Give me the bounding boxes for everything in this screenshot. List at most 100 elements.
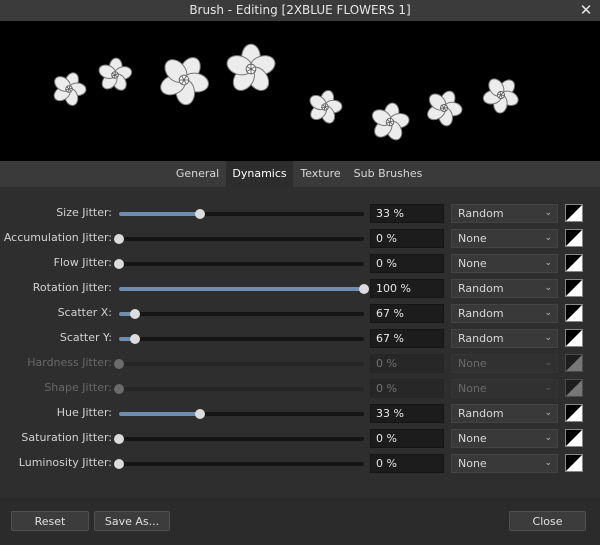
jitter-label: Size Jitter: [56,206,112,219]
slider-handle[interactable] [114,259,124,269]
jitter-value-field[interactable]: 33 % [370,404,444,423]
tab-general[interactable]: General [170,161,225,187]
tab-dynamics[interactable]: Dynamics [226,161,293,187]
close-button[interactable]: Close [509,511,586,531]
jitter-row: Size Jitter: 33 % Random ⌄ [0,201,600,226]
jitter-slider[interactable] [119,334,364,344]
jitter-row: Saturation Jitter: 0 % None ⌄ [0,426,600,451]
dynamics-panel: Size Jitter: 33 % Random ⌄ Accumulation Jitt… [0,187,600,497]
pressure-curve-icon[interactable] [565,354,583,372]
jitter-mode-dropdown[interactable]: None ⌄ [451,354,558,373]
jitter-slider[interactable] [114,384,364,394]
jitter-label: Scatter X: [57,306,112,319]
tab-bar: General Dynamics Texture Sub Brushes [0,161,600,187]
jitter-slider[interactable] [119,309,364,319]
jitter-mode-dropdown[interactable]: Random ⌄ [451,204,558,223]
jitter-row: Hue Jitter: 33 % Random ⌄ [0,401,600,426]
jitter-value-field[interactable]: 0 % [370,454,444,473]
slider-handle[interactable] [195,409,205,419]
jitter-row: Rotation Jitter: 100 % Random ⌄ [0,276,600,301]
flower-icon [309,89,343,124]
save-as-button[interactable]: Save As... [94,511,170,531]
jitter-slider[interactable] [114,259,364,269]
dropdown-value: None [458,457,487,470]
slider-handle[interactable] [114,359,124,369]
jitter-slider[interactable] [114,434,364,444]
slider-handle[interactable] [114,234,124,244]
jitter-slider[interactable] [119,209,364,219]
pressure-curve-icon[interactable] [565,304,583,322]
chevron-down-icon: ⌄ [544,458,552,468]
dropdown-value: Random [458,207,504,220]
slider-fill [119,412,200,416]
slider-handle[interactable] [114,384,124,394]
slider-handle[interactable] [130,334,140,344]
jitter-mode-dropdown[interactable]: None ⌄ [451,379,558,398]
dropdown-value: Random [458,407,504,420]
jitter-mode-dropdown[interactable]: Random ⌄ [451,329,558,348]
pressure-curve-icon[interactable] [565,379,583,397]
jitter-slider[interactable] [119,409,364,419]
flower-icon [427,90,463,127]
jitter-slider[interactable] [114,234,364,244]
tab-sub-brushes[interactable]: Sub Brushes [348,161,428,187]
chevron-down-icon: ⌄ [544,408,552,418]
slider-handle[interactable] [359,284,369,294]
chevron-down-icon: ⌄ [544,208,552,218]
slider-handle[interactable] [130,309,140,319]
pressure-curve-icon[interactable] [565,454,583,472]
pressure-curve-icon[interactable] [565,329,583,347]
chevron-down-icon: ⌄ [544,258,552,268]
jitter-value-field[interactable]: 67 % [370,329,444,348]
jitter-slider[interactable] [114,459,364,469]
tab-label: Texture [300,167,341,180]
slider-fill [119,287,364,291]
pressure-curve-icon[interactable] [565,229,583,247]
pressure-curve-icon[interactable] [565,204,583,222]
flower-icon [482,78,519,114]
jitter-slider[interactable] [114,359,364,369]
jitter-mode-dropdown[interactable]: Random ⌄ [451,404,558,423]
jitter-mode-dropdown[interactable]: Random ⌄ [451,304,558,323]
slider-handle[interactable] [114,459,124,469]
jitter-row: Accumulation Jitter: 0 % None ⌄ [0,226,600,251]
jitter-value-field[interactable]: 0 % [370,354,444,373]
dropdown-value: Random [458,307,504,320]
jitter-mode-dropdown[interactable]: None ⌄ [451,454,558,473]
pressure-curve-icon[interactable] [565,404,583,422]
jitter-mode-dropdown[interactable]: None ⌄ [451,254,558,273]
tab-texture[interactable]: Texture [294,161,347,187]
dropdown-value: None [458,432,487,445]
chevron-down-icon: ⌄ [544,233,552,243]
jitter-value-field[interactable]: 67 % [370,304,444,323]
jitter-row: Scatter Y: 67 % Random ⌄ [0,326,600,351]
jitter-mode-dropdown[interactable]: None ⌄ [451,429,558,448]
jitter-value-field[interactable]: 100 % [370,279,444,298]
dialog-footer: Reset Save As... Close [0,497,600,545]
jitter-mode-dropdown[interactable]: None ⌄ [451,229,558,248]
close-icon[interactable]: ✕ [578,0,594,21]
jitter-value-field[interactable]: 0 % [370,429,444,448]
jitter-value-field[interactable]: 0 % [370,229,444,248]
window-titlebar: Brush - Editing [2XBLUE FLOWERS 1] ✕ [0,0,600,21]
jitter-value-field[interactable]: 0 % [370,379,444,398]
slider-handle[interactable] [195,209,205,219]
jitter-slider[interactable] [119,284,369,294]
jitter-mode-dropdown[interactable]: Random ⌄ [451,279,558,298]
jitter-label: Flow Jitter: [53,256,112,269]
slider-fill [119,212,200,216]
flower-icon [160,57,209,106]
pressure-curve-icon[interactable] [565,254,583,272]
slider-handle[interactable] [114,434,124,444]
dropdown-value: None [458,257,487,270]
jitter-label: Luminosity Jitter: [18,456,112,469]
reset-button[interactable]: Reset [11,511,89,531]
jitter-value-field[interactable]: 0 % [370,254,444,273]
brush-preview [0,21,600,161]
jitter-row: Flow Jitter: 0 % None ⌄ [0,251,600,276]
jitter-label: Hardness Jitter: [27,356,112,369]
pressure-curve-icon[interactable] [565,279,583,297]
pressure-curve-icon[interactable] [565,429,583,447]
jitter-value-field[interactable]: 33 % [370,204,444,223]
tab-label: Sub Brushes [353,167,423,180]
